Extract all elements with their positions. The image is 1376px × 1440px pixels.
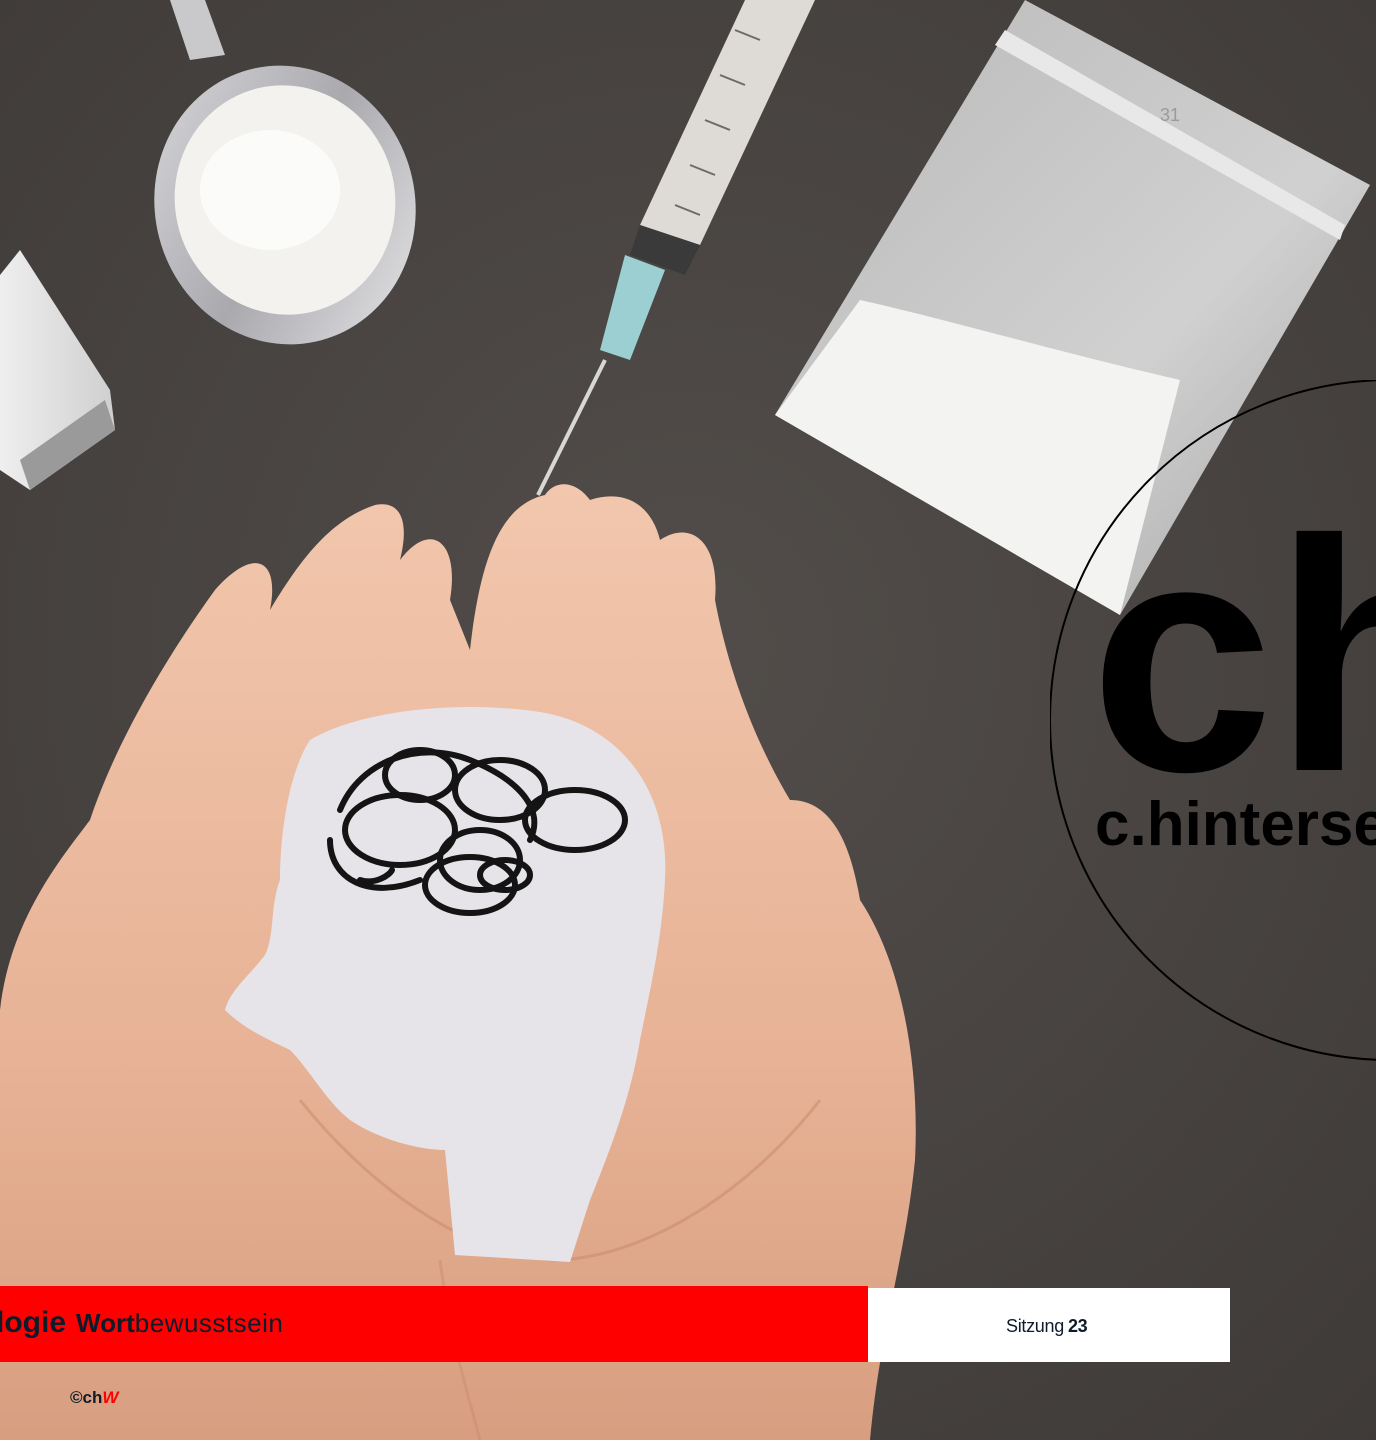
copyright: ©chW	[70, 1388, 118, 1408]
footer-subtitle-normal: bewusstsein	[134, 1308, 284, 1338]
watermark-logo: ch c.hinterse	[1050, 380, 1376, 1061]
session-number: 23	[1067, 1316, 1088, 1336]
footer-subtitle-bold: Wort	[76, 1308, 135, 1338]
copyright-symbol: ©	[70, 1388, 83, 1407]
page-number: 31	[1160, 105, 1181, 125]
copyright-brand: ch	[82, 1388, 103, 1407]
watermark-name: c.hinterse	[1095, 790, 1376, 859]
slide: 31 ch c.hinterse logie Wortbewusstsein Si…	[0, 0, 1376, 1440]
footer-session-box: Sitzung 23	[868, 1288, 1230, 1362]
session-indicator: Sitzung 23	[1006, 1316, 1088, 1337]
copyright-accent: W	[102, 1388, 119, 1407]
footer-topic: logie	[0, 1306, 67, 1339]
watermark-monogram: ch	[1090, 471, 1376, 840]
footer-title: logie Wortbewusstsein	[0, 1306, 283, 1340]
footer-title-bar: logie Wortbewusstsein	[0, 1286, 868, 1362]
session-label: Sitzung	[1006, 1316, 1064, 1336]
